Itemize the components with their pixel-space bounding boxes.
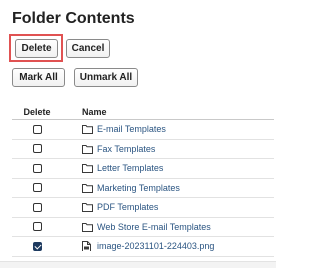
folder-link[interactable]: PDF Templates xyxy=(97,202,158,212)
row-delete-cell xyxy=(12,120,62,138)
table-row: Marketing Templates xyxy=(12,179,274,198)
folder-icon xyxy=(82,163,93,174)
delete-checkbox[interactable] xyxy=(32,241,42,251)
table-row: image-20231101-224403.png xyxy=(12,237,274,257)
folder-link[interactable]: Fax Templates xyxy=(97,144,155,154)
folder-contents-table: Delete Name E-mail Templates Fax Template… xyxy=(12,104,274,257)
folder-icon xyxy=(82,202,93,213)
folder-icon xyxy=(82,183,93,193)
column-header-name: Name xyxy=(82,106,107,117)
row-name-cell: Letter Templates xyxy=(62,163,274,174)
file-link[interactable]: image-20231101-224403.png xyxy=(97,241,214,251)
row-delete-cell xyxy=(12,140,62,158)
column-header-delete: Delete xyxy=(23,106,51,117)
page-footer-strip xyxy=(0,261,276,268)
page-title: Folder Contents xyxy=(12,10,135,27)
row-delete-cell xyxy=(12,237,62,255)
table-header: Delete Name xyxy=(12,104,274,120)
table-body: E-mail Templates Fax Templates Letter Temp… xyxy=(12,120,274,257)
folder-icon xyxy=(82,222,93,232)
row-delete-cell xyxy=(12,218,62,236)
row-delete-cell xyxy=(12,159,62,177)
table-row: Letter Templates xyxy=(12,159,274,179)
row-delete-cell xyxy=(12,198,62,216)
delete-checkbox[interactable] xyxy=(32,163,42,173)
row-name-cell: Fax Templates xyxy=(62,144,274,154)
delete-checkbox[interactable] xyxy=(32,124,42,134)
delete-button[interactable]: Delete xyxy=(15,39,58,58)
row-name-cell: Marketing Templates xyxy=(62,183,274,193)
cancel-button[interactable]: Cancel xyxy=(66,39,110,58)
delete-checkbox[interactable] xyxy=(32,144,42,154)
folder-icon xyxy=(82,124,93,135)
delete-checkbox[interactable] xyxy=(32,222,42,232)
table-row: PDF Templates xyxy=(12,198,274,218)
row-name-cell: E-mail Templates xyxy=(62,124,274,135)
table-row: Fax Templates xyxy=(12,140,274,159)
folder-link[interactable]: Letter Templates xyxy=(97,163,163,173)
folder-link[interactable]: Web Store E-mail Templates xyxy=(97,222,211,232)
row-name-cell: PDF Templates xyxy=(62,202,274,213)
delete-checkbox[interactable] xyxy=(32,202,42,212)
mark-all-button[interactable]: Mark All xyxy=(12,68,65,87)
table-row: Web Store E-mail Templates xyxy=(12,218,274,237)
row-name-cell: Web Store E-mail Templates xyxy=(62,222,274,232)
folder-link[interactable]: Marketing Templates xyxy=(97,183,180,193)
folder-icon xyxy=(82,144,93,154)
unmark-all-button[interactable]: Unmark All xyxy=(74,68,138,87)
table-row: E-mail Templates xyxy=(12,120,274,140)
folder-link[interactable]: E-mail Templates xyxy=(97,124,166,134)
row-name-cell: image-20231101-224403.png xyxy=(62,241,274,252)
row-delete-cell xyxy=(12,179,62,197)
file-icon xyxy=(82,241,93,252)
delete-checkbox[interactable] xyxy=(32,183,42,193)
